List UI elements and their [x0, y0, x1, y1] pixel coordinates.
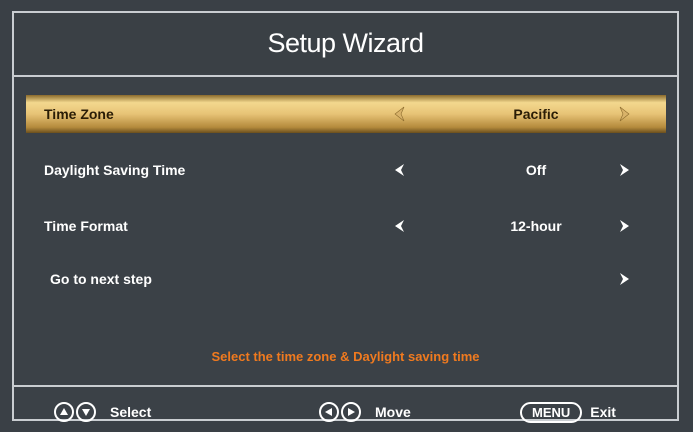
setting-value: 12-hour: [510, 218, 562, 234]
bottom-divider: [14, 385, 677, 387]
footer-exit: MENU Exit: [520, 400, 616, 424]
setting-row-time-format[interactable]: Time Format 12-hour: [26, 207, 666, 245]
left-arrow-icon: [319, 402, 339, 422]
right-arrow-icon[interactable]: [616, 271, 632, 287]
setting-row-next-step[interactable]: Go to next step: [26, 260, 666, 298]
menu-key: MENU: [520, 401, 583, 423]
page-title: Setup Wizard: [267, 27, 424, 58]
footer-select-label: Select: [110, 404, 152, 420]
left-arrow-icon[interactable]: [392, 162, 408, 178]
footer-move: Move: [319, 400, 411, 424]
down-arrow-icon: [76, 402, 96, 422]
setting-value: Off: [525, 162, 547, 178]
top-divider: [14, 75, 677, 77]
footer-select: Select: [54, 400, 151, 424]
left-arrow-icon[interactable]: [392, 106, 408, 122]
up-arrow-icon: [54, 402, 74, 422]
footer-exit-label: Exit: [590, 404, 616, 420]
setting-label: Time Format: [44, 218, 128, 234]
hint-text: Select the time zone & Daylight saving t…: [211, 349, 480, 364]
footer-move-label: Move: [375, 404, 411, 420]
setting-row-daylight-saving-time[interactable]: Daylight Saving Time Off: [26, 151, 666, 189]
tv-screen: Setup Wizard Time Zone Pacific Daylight …: [0, 0, 693, 432]
right-arrow-icon: [341, 402, 361, 422]
setting-value: Pacific: [513, 106, 559, 122]
right-arrow-icon[interactable]: [616, 218, 632, 234]
setting-label: Daylight Saving Time: [44, 162, 186, 178]
title-bar: Setup Wizard: [14, 13, 677, 73]
setting-row-time-zone[interactable]: Time Zone Pacific: [26, 95, 666, 133]
right-arrow-icon[interactable]: [616, 162, 632, 178]
right-arrow-icon[interactable]: [616, 106, 632, 122]
setting-label: Time Zone: [44, 106, 114, 122]
setting-label: Go to next step: [50, 271, 152, 287]
left-arrow-icon[interactable]: [392, 218, 408, 234]
setup-wizard-dialog: Setup Wizard Time Zone Pacific Daylight …: [12, 11, 679, 424]
